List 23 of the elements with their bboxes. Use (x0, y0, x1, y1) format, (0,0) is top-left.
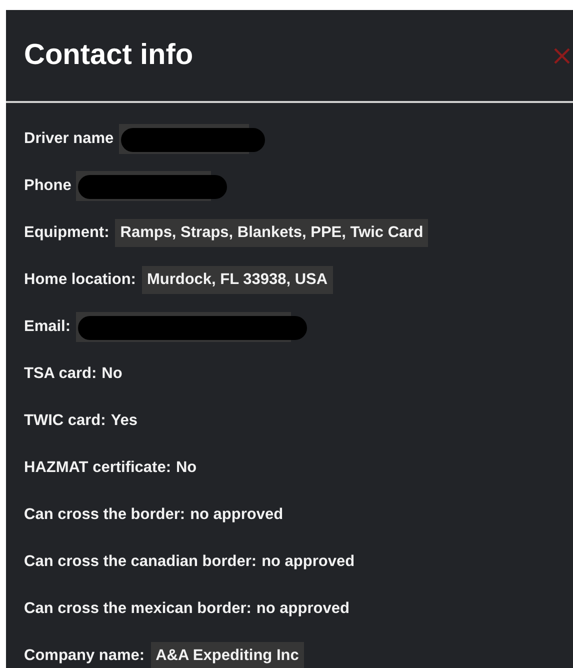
field-label: Can cross the border: (24, 506, 186, 524)
close-icon[interactable] (553, 46, 571, 64)
field-value: No (102, 364, 122, 382)
field-label: HAZMAT certificate: (24, 458, 171, 476)
field-label: Home location: (24, 270, 136, 288)
field-value: A&A Expediting Inc (150, 642, 304, 668)
field-value: no approved (262, 552, 355, 570)
field-label: Company name: (24, 646, 145, 664)
field-value: Yes (110, 412, 138, 430)
field-value: No (176, 458, 197, 476)
field-label: Phone (24, 176, 72, 194)
field-value: Murdock, FL 33938, USA (142, 266, 333, 294)
field-value: no approved (256, 600, 350, 618)
field-label: Can cross the canadian border: (24, 552, 257, 570)
field-label: Equipment: (24, 224, 110, 242)
panel-title: Contact info (24, 39, 194, 72)
field-label: Can cross the mexican border: (24, 600, 252, 618)
field-label: TWIC card: (24, 412, 106, 430)
field-label: Email: (24, 318, 71, 336)
field-label: Driver name (24, 130, 114, 148)
field-value: Ramps, Straps, Blankets, PPE, Twic Card (115, 218, 428, 246)
field-label: TSA card: (24, 364, 97, 382)
field-value: no approved (190, 506, 284, 524)
